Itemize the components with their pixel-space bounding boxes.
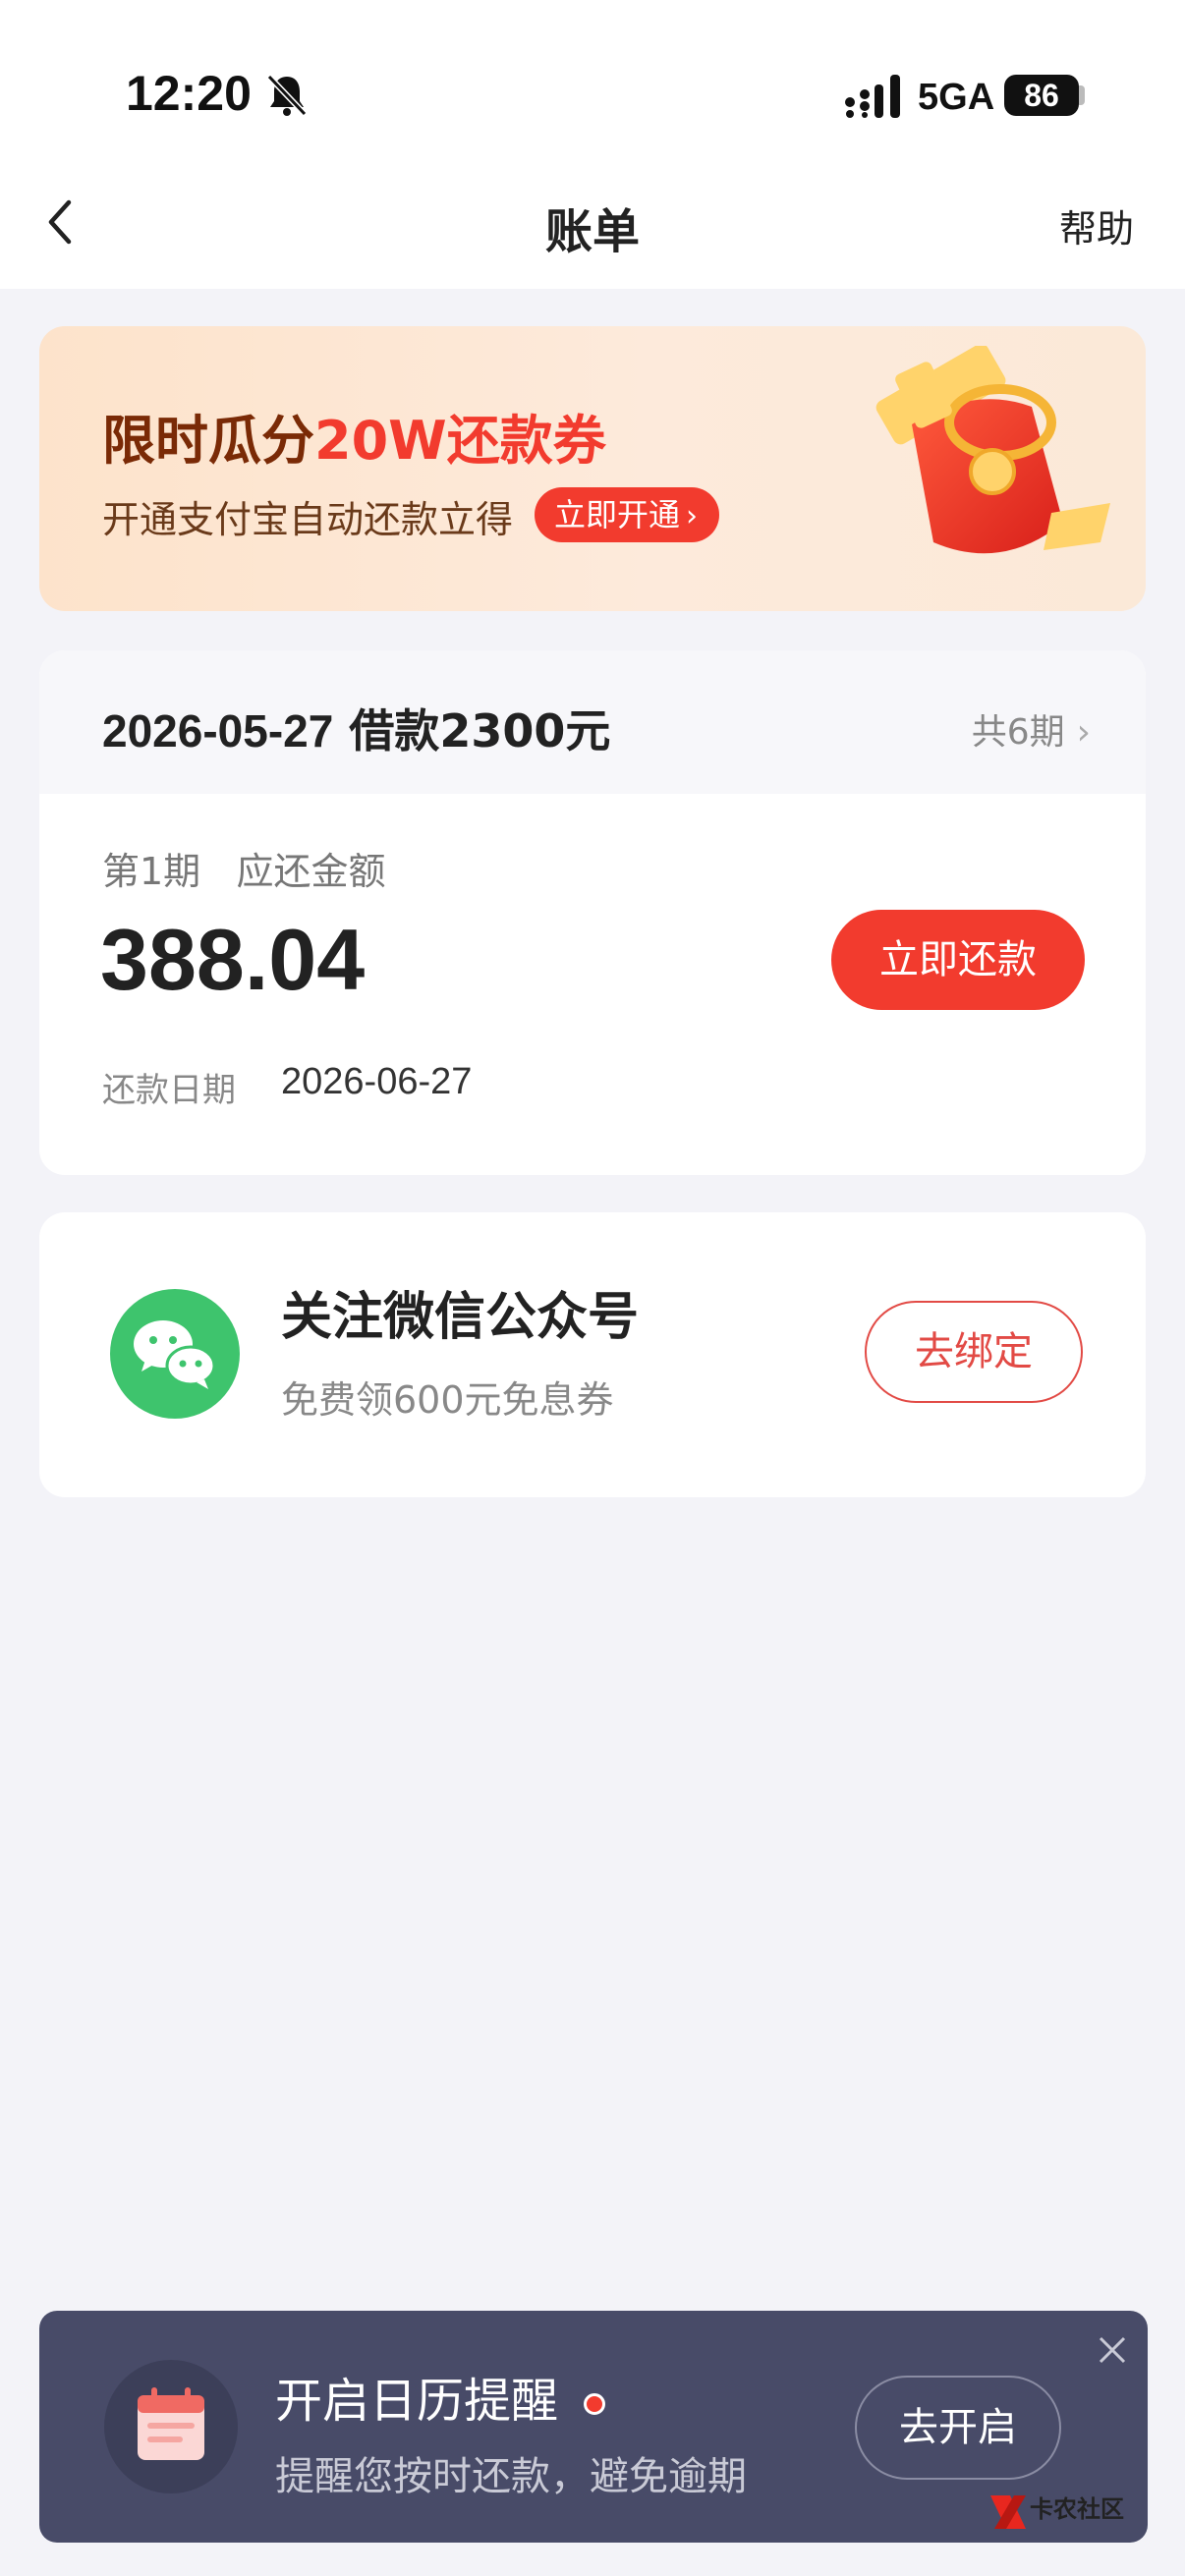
reminder-subtitle: 提醒您按时还款，避免逾期	[275, 2454, 747, 2499]
bell-muted-icon	[266, 74, 308, 117]
loan-amount: 借款2300元	[349, 704, 611, 757]
network-label: 5GA	[918, 77, 995, 118]
wechat-title: 关注微信公众号	[281, 1288, 640, 1347]
battery-tip	[1079, 85, 1085, 105]
banner-title-part2: 20W还款券	[314, 410, 606, 472]
red-envelope-illustration	[875, 346, 1110, 554]
notification-dot	[584, 2393, 606, 2415]
open-autopay-button[interactable]: 立即开通 ›	[535, 487, 720, 542]
bill-header-title: 2026-05-27 借款2300元	[102, 696, 610, 760]
enable-reminder-button[interactable]: 去开启	[855, 2376, 1061, 2480]
banner-subtitle: 开通支付宝自动还款立得	[102, 498, 514, 541]
promo-banner[interactable]: 限时瓜分20W还款券 开通支付宝自动还款立得 立即开通 ›	[39, 326, 1146, 611]
bill-card: 2026-05-27 借款2300元 共6期 › 第1期 应还金额 388.04 …	[39, 650, 1146, 1175]
banner-title-part1: 限时瓜分	[102, 410, 314, 472]
loan-date: 2026-05-27	[102, 705, 334, 756]
due-date-value: 2026-06-27	[281, 1061, 473, 1102]
bind-button[interactable]: 去绑定	[865, 1301, 1083, 1403]
reminder-title-text: 开启日历提醒	[275, 2374, 559, 2429]
open-autopay-label: 立即开通	[554, 496, 681, 533]
calendar-reminder-bar: 开启日历提醒 提醒您按时还款，避免逾期 去开启	[39, 2311, 1148, 2543]
banner-title: 限时瓜分20W还款券	[102, 397, 606, 475]
installments-label: 共6期	[971, 712, 1065, 753]
chevron-right-icon: ›	[1076, 712, 1091, 753]
period-number: 第1期	[102, 850, 201, 893]
repay-now-button[interactable]: 立即还款	[831, 910, 1085, 1010]
close-icon[interactable]	[1093, 2330, 1132, 2370]
due-amount: 388.04	[100, 911, 366, 1008]
chevron-right-icon: ›	[686, 499, 699, 533]
installments-link[interactable]: 共6期 ›	[972, 703, 1091, 755]
signal-icon	[845, 75, 900, 118]
wechat-icon	[110, 1289, 240, 1419]
page-title: 账单	[544, 204, 640, 259]
wechat-follow-card: 关注微信公众号 免费领600元免息券 去绑定	[39, 1212, 1146, 1497]
amount-label: 应还金额	[236, 850, 386, 893]
bill-header[interactable]: 2026-05-27 借款2300元 共6期 ›	[39, 650, 1146, 794]
status-time: 12:20	[126, 66, 252, 121]
due-date-label: 还款日期	[102, 1071, 236, 1110]
watermark-text: 卡农社区	[1030, 2495, 1124, 2523]
help-link[interactable]: 帮助	[1059, 198, 1134, 252]
reminder-title: 开启日历提醒	[275, 2362, 606, 2431]
battery-indicator: 86	[1004, 75, 1079, 116]
wechat-subtitle: 免费领600元免息券	[281, 1378, 614, 1422]
calendar-icon	[104, 2360, 238, 2493]
period-label: 第1期 应还金额	[102, 841, 385, 895]
